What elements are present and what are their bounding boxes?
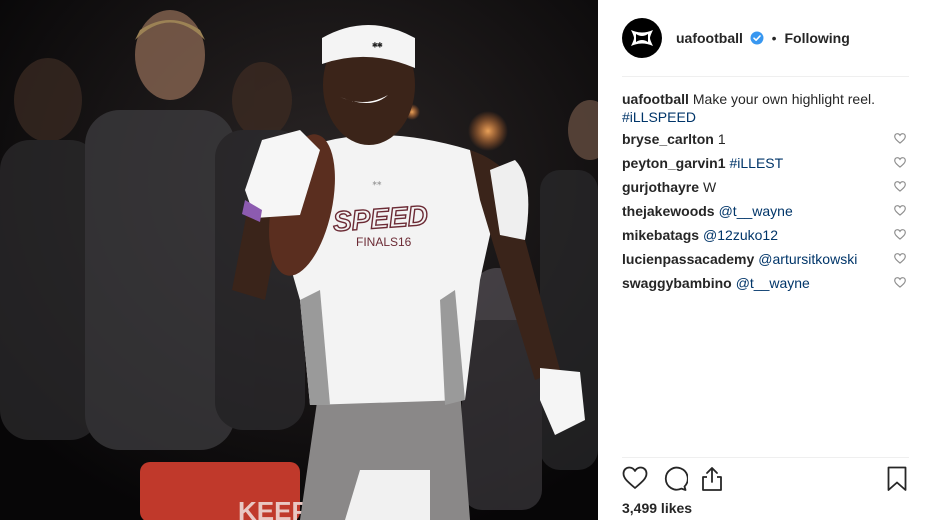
- caption-username[interactable]: uafootball: [622, 91, 689, 107]
- red-banner: KEEP: [140, 462, 309, 520]
- shirt-text-speed: SPEED: [332, 200, 429, 238]
- post-header: uafootball • Following: [598, 0, 930, 76]
- likes-count[interactable]: 3,499 likes: [622, 500, 692, 516]
- comment-username[interactable]: gurjothayre: [622, 179, 699, 195]
- actions-divider: [622, 457, 909, 458]
- caption-hashtag[interactable]: #iLLSPEED: [622, 109, 696, 125]
- under-armour-logo: [631, 30, 653, 46]
- comment-username[interactable]: peyton_garvin1: [622, 155, 725, 171]
- comment-row: bryse_carlton 1: [622, 130, 910, 154]
- action-bar: [622, 466, 910, 494]
- share-button[interactable]: [700, 466, 724, 497]
- separator-dot: •: [771, 30, 777, 46]
- svg-text:KEEP: KEEP: [238, 496, 309, 520]
- header-divider: [622, 76, 909, 77]
- post-photo[interactable]: KEEP ᕯ SPEED FINALS16 ᕯ: [0, 0, 598, 520]
- comment-like-icon[interactable]: [894, 157, 906, 168]
- comment-bubble-icon: [664, 466, 689, 491]
- comment-button[interactable]: [662, 466, 689, 497]
- comment-like-icon[interactable]: [894, 181, 906, 192]
- comment-row: gurjothayre W: [622, 178, 910, 202]
- comment-username[interactable]: lucienpassacademy: [622, 251, 754, 267]
- stadium-light: [468, 111, 508, 151]
- comment-row: lucienpassacademy @artursitkowski: [622, 250, 910, 274]
- header-text: uafootball • Following: [676, 30, 850, 47]
- football-player-photo: KEEP ᕯ SPEED FINALS16 ᕯ: [0, 0, 598, 520]
- share-icon: [702, 467, 722, 491]
- comment-like-icon[interactable]: [894, 133, 906, 144]
- comment-username[interactable]: bryse_carlton: [622, 131, 714, 147]
- comment-username[interactable]: mikebatags: [622, 227, 699, 243]
- comment-username[interactable]: swaggybambino: [622, 275, 732, 291]
- comment-text: W: [703, 179, 717, 195]
- comment-row: thejakewoods @t__wayne: [622, 202, 910, 226]
- caption-text: Make your own highlight reel.: [692, 91, 875, 107]
- post-caption: uafootball Make your own highlight reel. …: [622, 90, 902, 126]
- comment-like-icon[interactable]: [894, 229, 906, 240]
- save-button[interactable]: [886, 466, 908, 497]
- comment-list: bryse_carlton 1 peyton_garvin1 #iLLEST gurjo…: [622, 130, 910, 298]
- comment-mention[interactable]: @t__wayne: [719, 203, 793, 219]
- comment-like-icon[interactable]: [894, 253, 906, 264]
- shirt-text-finals: FINALS16: [356, 235, 412, 249]
- comment-like-icon[interactable]: [894, 277, 906, 288]
- header-username[interactable]: uafootball: [676, 30, 743, 46]
- comment-username[interactable]: thejakewoods: [622, 203, 715, 219]
- post-sidebar: uafootball • Following uafootball Make yo…: [598, 0, 930, 520]
- comment-like-icon[interactable]: [894, 205, 906, 216]
- comment-row: peyton_garvin1 #iLLEST: [622, 154, 910, 178]
- instagram-post: KEEP ᕯ SPEED FINALS16 ᕯ uafootball • Fol…: [0, 0, 930, 520]
- svg-text:ᕯ: ᕯ: [372, 179, 382, 193]
- avatar[interactable]: [622, 18, 662, 58]
- comment-mention[interactable]: @t__wayne: [736, 275, 810, 291]
- verified-badge-icon: [750, 31, 764, 45]
- comment-text: 1: [717, 131, 726, 147]
- heart-icon: [622, 466, 648, 489]
- comment-mention[interactable]: @12zuko12: [703, 227, 778, 243]
- comment-mention[interactable]: @artursitkowski: [758, 251, 857, 267]
- following-button[interactable]: Following: [784, 30, 849, 46]
- like-button[interactable]: [622, 466, 648, 495]
- comment-row: swaggybambino @t__wayne: [622, 274, 910, 298]
- comment-mention[interactable]: #iLLEST: [729, 155, 783, 171]
- comment-row: mikebatags @12zuko12: [622, 226, 910, 250]
- bookmark-icon: [887, 466, 907, 491]
- svg-text:ᕯ: ᕯ: [372, 40, 383, 55]
